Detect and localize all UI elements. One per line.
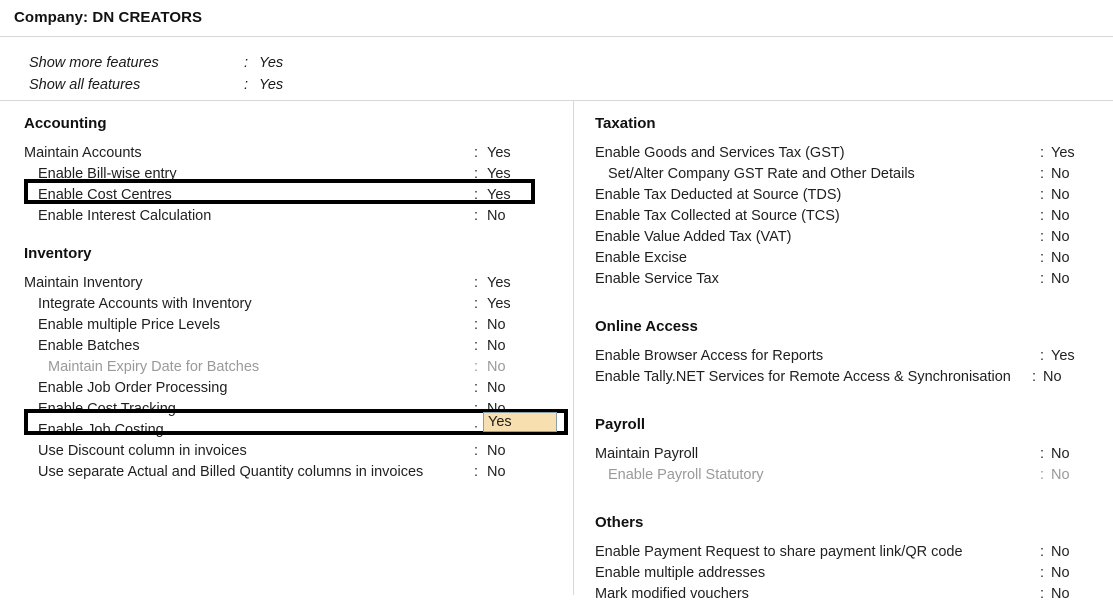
separator: : bbox=[1040, 229, 1045, 245]
feature-value: No bbox=[487, 359, 506, 375]
feature-label: Enable Cost Centres bbox=[38, 187, 172, 203]
header-divider bbox=[0, 36, 1113, 37]
feature-value[interactable]: Yes bbox=[1051, 143, 1075, 164]
feature-value[interactable]: No bbox=[487, 336, 506, 357]
section-heading: Others bbox=[595, 514, 644, 531]
feature-value[interactable]: No bbox=[1051, 542, 1070, 563]
feature-label: Enable Bill-wise entry bbox=[38, 166, 177, 182]
feature-label: Set/Alter Company GST Rate and Other Det… bbox=[608, 166, 915, 182]
separator: : bbox=[474, 380, 479, 396]
separator: : bbox=[474, 317, 479, 333]
feature-value[interactable]: No bbox=[1043, 367, 1062, 388]
feature-label: Maintain Inventory bbox=[24, 275, 143, 291]
feature-value[interactable]: No bbox=[1051, 185, 1070, 206]
section-heading: Accounting bbox=[24, 115, 107, 132]
separator: : bbox=[244, 55, 249, 71]
feature-label: Enable Tax Collected at Source (TCS) bbox=[595, 208, 840, 224]
separator: : bbox=[1040, 271, 1045, 287]
separator: : bbox=[1040, 467, 1045, 483]
feature-label: Enable Goods and Services Tax (GST) bbox=[595, 145, 845, 161]
separator: : bbox=[474, 401, 479, 417]
feature-value[interactable]: No bbox=[487, 378, 506, 399]
show-all-features-label: Show all features bbox=[29, 77, 141, 93]
separator: : bbox=[474, 359, 479, 375]
feature-label: Enable Excise bbox=[595, 250, 687, 266]
feature-label: Enable Browser Access for Reports bbox=[595, 348, 824, 364]
feature-label: Enable Job Costing bbox=[38, 422, 164, 438]
feature-label: Use Discount column in invoices bbox=[38, 443, 247, 459]
separator: : bbox=[1040, 446, 1045, 462]
feature-value[interactable]: No bbox=[487, 206, 506, 227]
feature-label: Enable Payment Request to share payment … bbox=[595, 544, 963, 560]
feature-value[interactable]: Yes bbox=[487, 294, 511, 315]
page-title: Company: DN CREATORS bbox=[14, 9, 203, 26]
feature-value[interactable]: No bbox=[1051, 248, 1070, 269]
separator: : bbox=[1040, 187, 1045, 203]
feature-value[interactable]: No bbox=[487, 462, 506, 483]
feature-label: Integrate Accounts with Inventory bbox=[38, 296, 252, 312]
show-all-features-value[interactable]: Yes bbox=[259, 77, 283, 93]
feature-value[interactable]: Yes bbox=[487, 185, 511, 206]
feature-label: Enable multiple addresses bbox=[595, 565, 766, 581]
feature-label: Enable Batches bbox=[38, 338, 140, 354]
feature-value[interactable]: No bbox=[1051, 206, 1070, 227]
feature-label: Enable Tally.NET Services for Remote Acc… bbox=[595, 369, 1011, 385]
feature-value[interactable]: Yes bbox=[487, 273, 511, 294]
feature-label: Enable Value Added Tax (VAT) bbox=[595, 229, 792, 245]
job-costing-value-text: Yes bbox=[488, 414, 512, 430]
feature-value[interactable]: No bbox=[487, 315, 506, 336]
separator: : bbox=[1040, 565, 1045, 581]
feature-label: Use separate Actual and Billed Quantity … bbox=[38, 464, 424, 480]
separator: : bbox=[1040, 166, 1045, 182]
feature-value[interactable]: No bbox=[1051, 563, 1070, 584]
separator: : bbox=[1040, 348, 1045, 364]
feature-value[interactable]: Yes bbox=[487, 164, 511, 185]
separator: : bbox=[474, 338, 479, 354]
feature-value: No bbox=[1051, 467, 1070, 483]
features-divider bbox=[0, 100, 1113, 101]
separator: : bbox=[1040, 250, 1045, 266]
separator: : bbox=[1032, 369, 1037, 385]
feature-label: Enable Job Order Processing bbox=[38, 380, 228, 396]
feature-label: Maintain Expiry Date for Batches bbox=[48, 359, 260, 375]
feature-label: Enable Tax Deducted at Source (TDS) bbox=[595, 187, 842, 203]
separator: : bbox=[1040, 145, 1045, 161]
separator: : bbox=[474, 187, 479, 203]
section-heading: Inventory bbox=[24, 245, 92, 262]
feature-label: Enable Payroll Statutory bbox=[608, 467, 764, 483]
show-more-features-value[interactable]: Yes bbox=[259, 55, 283, 71]
feature-value[interactable]: No bbox=[1051, 444, 1070, 465]
show-more-features-label: Show more features bbox=[29, 55, 159, 71]
feature-label: Maintain Payroll bbox=[595, 446, 699, 462]
feature-value[interactable]: No bbox=[1051, 164, 1070, 185]
separator: : bbox=[474, 296, 479, 312]
feature-value[interactable]: No bbox=[487, 441, 506, 462]
section-heading: Payroll bbox=[595, 416, 646, 433]
separator: : bbox=[474, 275, 479, 291]
feature-label: Enable Cost Tracking bbox=[38, 401, 176, 417]
separator: : bbox=[474, 422, 479, 438]
feature-value[interactable]: No bbox=[1051, 227, 1070, 248]
separator: : bbox=[474, 145, 479, 161]
section-heading: Taxation bbox=[595, 115, 656, 132]
feature-value[interactable]: No bbox=[1051, 269, 1070, 290]
column-divider bbox=[573, 101, 574, 595]
separator: : bbox=[474, 443, 479, 459]
separator: : bbox=[474, 166, 479, 182]
feature-value[interactable]: Yes bbox=[1051, 346, 1075, 367]
feature-label: Enable multiple Price Levels bbox=[38, 317, 221, 333]
section-heading: Online Access bbox=[595, 318, 698, 335]
separator: : bbox=[244, 77, 249, 93]
separator: : bbox=[1040, 208, 1045, 224]
feature-label: Enable Service Tax bbox=[595, 271, 719, 287]
separator: : bbox=[1040, 544, 1045, 560]
feature-label: Maintain Accounts bbox=[24, 145, 142, 161]
job-costing-value-input[interactable]: Yes bbox=[483, 412, 557, 432]
feature-label: Enable Interest Calculation bbox=[38, 208, 212, 224]
separator: : bbox=[474, 464, 479, 480]
separator: : bbox=[474, 208, 479, 224]
feature-value[interactable]: Yes bbox=[487, 143, 511, 164]
